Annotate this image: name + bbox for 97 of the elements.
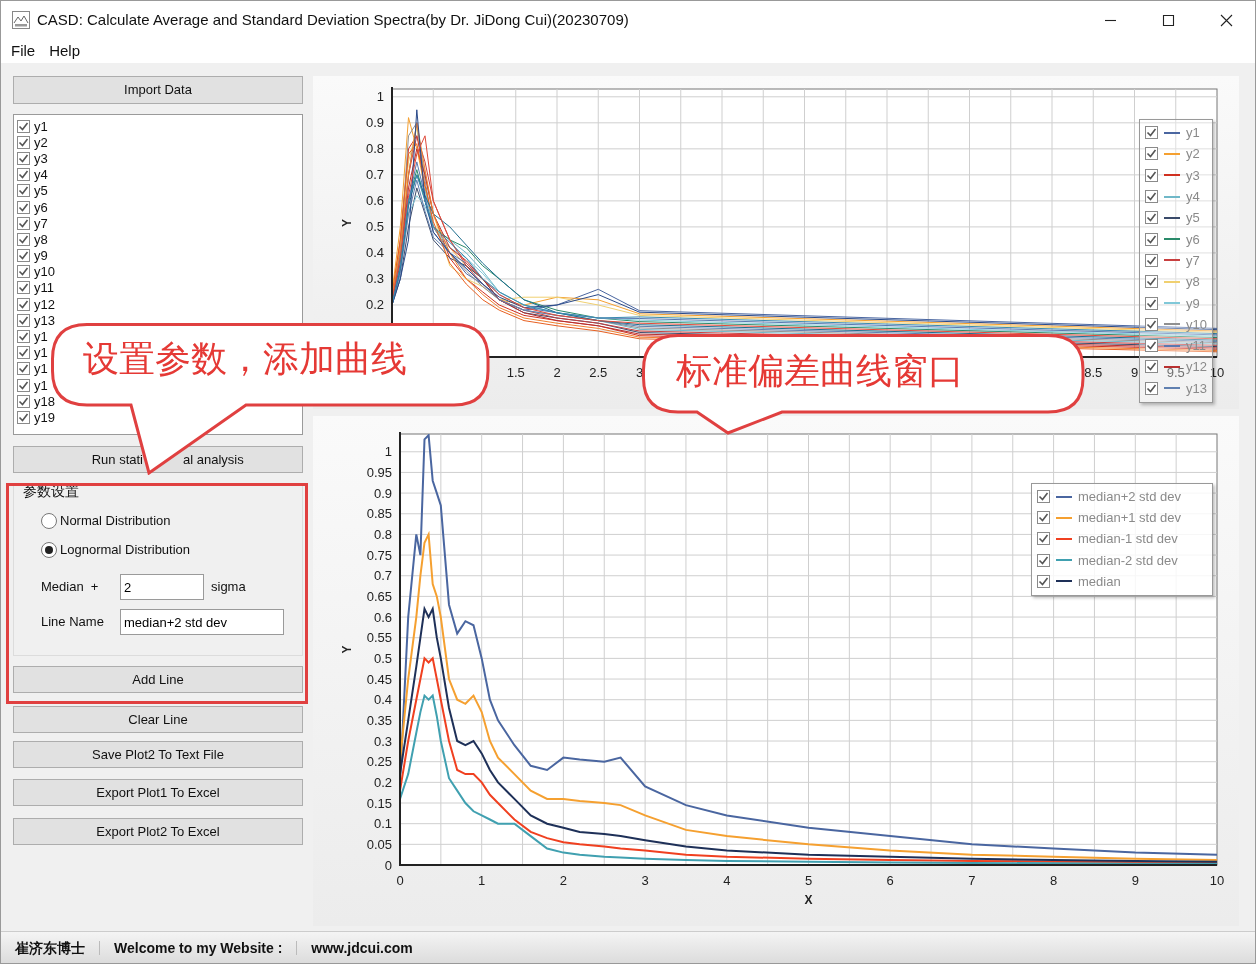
tick-label: 0.25 [366,754,392,770]
status-text: 崔济东博士 [15,940,100,955]
legend-label: median+2 std dev [1078,490,1181,504]
tick-label: 0.8 [365,141,384,157]
tick-label: 0 [384,857,392,873]
series-label: y9 [34,249,48,263]
tick-label: 0.4 [373,692,392,708]
series-label: y18 [34,394,55,408]
legend-label: y3 [1186,168,1200,182]
tick-label: 0.55 [366,630,392,646]
tick-label: 7 [968,873,976,888]
tick-label: 1 [376,89,384,105]
series-label: y13 [34,313,55,327]
legend-label: y1 [1186,126,1200,140]
tick-label: 0.2 [373,774,392,790]
legend-label: median-2 std dev [1078,553,1178,567]
status-text: www.jdcui.com [311,940,414,955]
series-label: y2 [34,135,48,149]
series-label: y1 [34,119,48,133]
tick-label: 1.5 [506,365,525,380]
tick-label: 10 [1209,873,1225,888]
tick-label: 2 [559,873,567,888]
legend-label: y7 [1186,253,1200,267]
tick-label: 0.9 [373,485,392,501]
legend-label: y6 [1186,232,1200,246]
radio-label: Lognormal Distribution [60,540,191,559]
tick-label: 5 [804,873,813,888]
series-label: y5 [34,184,48,198]
tick-label: 1 [384,444,392,460]
series-label: y10 [34,265,55,279]
legend-label: y5 [1186,211,1200,225]
tick-label: 0.75 [366,547,392,563]
axis-title: Y [340,219,354,227]
tick-label: 4 [723,873,731,888]
tick-label: 0.5 [373,650,392,666]
tick-label: 0.7 [365,167,384,183]
legend-label: y11 [1186,339,1206,353]
axis-title: Y [340,645,354,654]
series-label: y11 [34,281,54,295]
tick-label: 0.5 [365,219,384,235]
legend-label: median-1 std dev [1078,532,1178,546]
field-label: Median + [41,578,100,597]
series-label: y4 [34,168,48,182]
tick-label: 0 [396,873,404,888]
tick-label: 8 [1050,873,1058,888]
tick-label: 0.35 [366,712,392,728]
tick-label: 0.85 [366,506,392,522]
tick-label: 0.65 [366,588,392,604]
tick-label: 0.05 [366,836,392,852]
series-label: y19 [34,410,55,424]
series-label: y1 [34,362,48,376]
tick-label: 0.45 [366,671,392,687]
series-label: y12 [34,297,55,311]
legend-label: median [1078,574,1121,588]
axis-title: X [804,893,813,907]
tick-label: 1 [478,873,486,888]
legend-label: y4 [1186,190,1200,204]
tick-label: 0.2 [365,297,384,313]
series-label: y6 [34,200,48,214]
status-text: Welcome to my Website : [114,940,298,955]
series-label: y1 [34,346,48,360]
tick-label: 2.5 [589,365,608,380]
legend-label: y9 [1186,296,1200,310]
tick-label: 0.6 [373,609,392,625]
tick-label: 0.7 [373,568,392,584]
tick-label: 0.4 [365,245,384,261]
series-label: y7 [34,216,48,230]
tick-label: 9 [1130,365,1139,380]
tick-label: 3 [641,873,649,888]
tick-label: 0.15 [366,795,392,811]
legend-label: y8 [1186,275,1200,289]
tick-label: 0.1 [373,816,392,832]
tick-label: 0.3 [373,733,392,749]
tick-label: 0.6 [365,193,384,209]
legend-label: y2 [1186,147,1200,161]
unit-label: sigma [211,578,246,597]
tick-label: 0.8 [373,526,392,542]
tick-label: 9 [1131,873,1139,888]
tick-label: 0.9 [365,115,384,131]
legend-label: y13 [1186,381,1207,395]
callout-text: 标准偏差曲线窗口 [676,351,964,391]
series-label: y3 [34,151,48,165]
series-label: y1 [34,378,48,392]
tick-label: 2 [553,365,561,380]
window-title: CASD: Calculate Average and Standard Deviation Spectra(by Dr. JiDong Cui)(20230709) [37,9,629,30]
tick-label: 0.3 [365,271,384,287]
callout-text: 设置参数，添加曲线 [83,339,407,379]
tick-label: 6 [886,873,894,888]
tick-label: 8.5 [1084,365,1103,380]
field-label: Line Name [41,613,105,632]
tick-label: 0.95 [366,464,392,480]
radio-label: Normal Distribution [60,511,171,530]
legend-label: median+1 std dev [1078,511,1181,525]
tick-label: 9.5 [1166,365,1185,380]
series-label: y1 [34,330,48,344]
series-label: y8 [34,232,48,246]
legend-label: y12 [1186,360,1207,374]
